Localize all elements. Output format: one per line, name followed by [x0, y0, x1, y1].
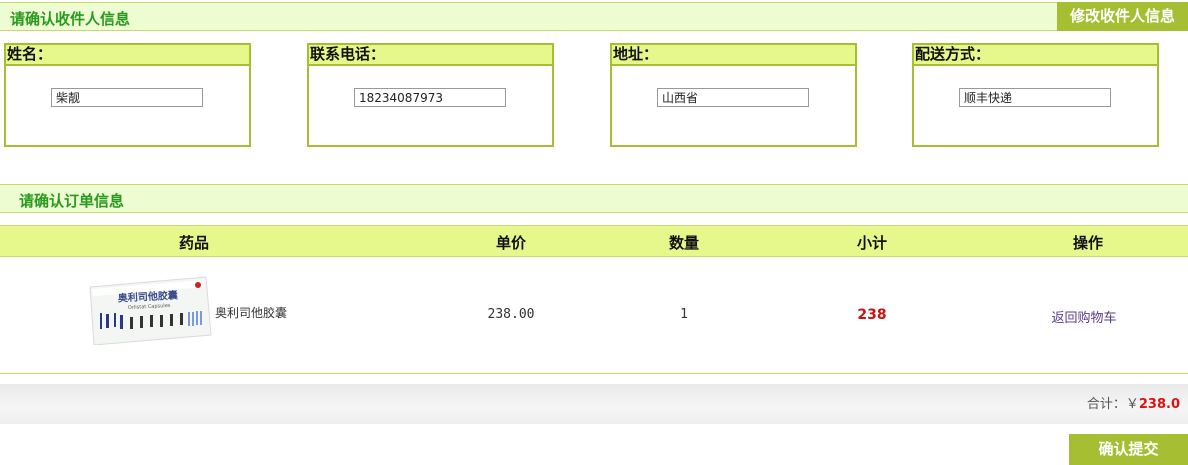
back-to-cart-link[interactable]: 返回购物车: [1051, 307, 1116, 326]
product-name[interactable]: 奥利司他胶囊: [215, 304, 287, 321]
order-table-header: 药品 单价 数量 小计 操作: [0, 225, 1188, 257]
address-field[interactable]: [657, 88, 809, 107]
column-header-price: 单价: [495, 234, 527, 252]
product-image: 奥利司他胶囊 Orlistat Capsules: [89, 276, 212, 345]
phone-label: 联系电话：: [309, 45, 552, 66]
column-header-drug: 药品: [178, 234, 210, 252]
delivery-box: 配送方式：: [912, 43, 1159, 147]
name-label: 姓名：: [6, 45, 249, 66]
quantity: 1: [680, 307, 688, 322]
column-header-action: 操作: [1072, 234, 1104, 252]
order-total: 合计：￥238.0: [1087, 393, 1180, 412]
unit-price: 238.00: [487, 307, 535, 322]
recipient-section-title: 请确认收件人信息: [10, 10, 131, 28]
table-row: 奥利司他胶囊 Orlistat Capsules 奥利司他胶囊 238.00 1…: [0, 257, 1188, 374]
total-bar: 合计：￥238.0: [0, 384, 1188, 424]
name-box: 姓名：: [4, 43, 251, 147]
subtotal: 238: [857, 307, 887, 323]
phone-box: 联系电话：: [307, 43, 554, 147]
confirm-submit-button[interactable]: 确认提交: [1069, 434, 1188, 465]
total-value: 238.0: [1138, 397, 1180, 412]
delivery-label: 配送方式：: [914, 45, 1157, 66]
delivery-field[interactable]: [959, 88, 1111, 107]
recipient-section-header: 请确认收件人信息: [0, 2, 1188, 31]
phone-field[interactable]: [354, 88, 506, 107]
address-box: 地址：: [610, 43, 857, 147]
order-section-header: 请确认订单信息: [0, 184, 1188, 213]
order-section-title: 请确认订单信息: [19, 192, 125, 210]
column-header-quantity: 数量: [668, 234, 700, 252]
address-label: 地址：: [612, 45, 855, 66]
edit-recipient-button[interactable]: 修改收件人信息: [1057, 2, 1188, 31]
total-label: 合计：￥: [1086, 397, 1139, 412]
column-header-subtotal: 小计: [856, 234, 888, 252]
name-field[interactable]: [51, 88, 203, 107]
